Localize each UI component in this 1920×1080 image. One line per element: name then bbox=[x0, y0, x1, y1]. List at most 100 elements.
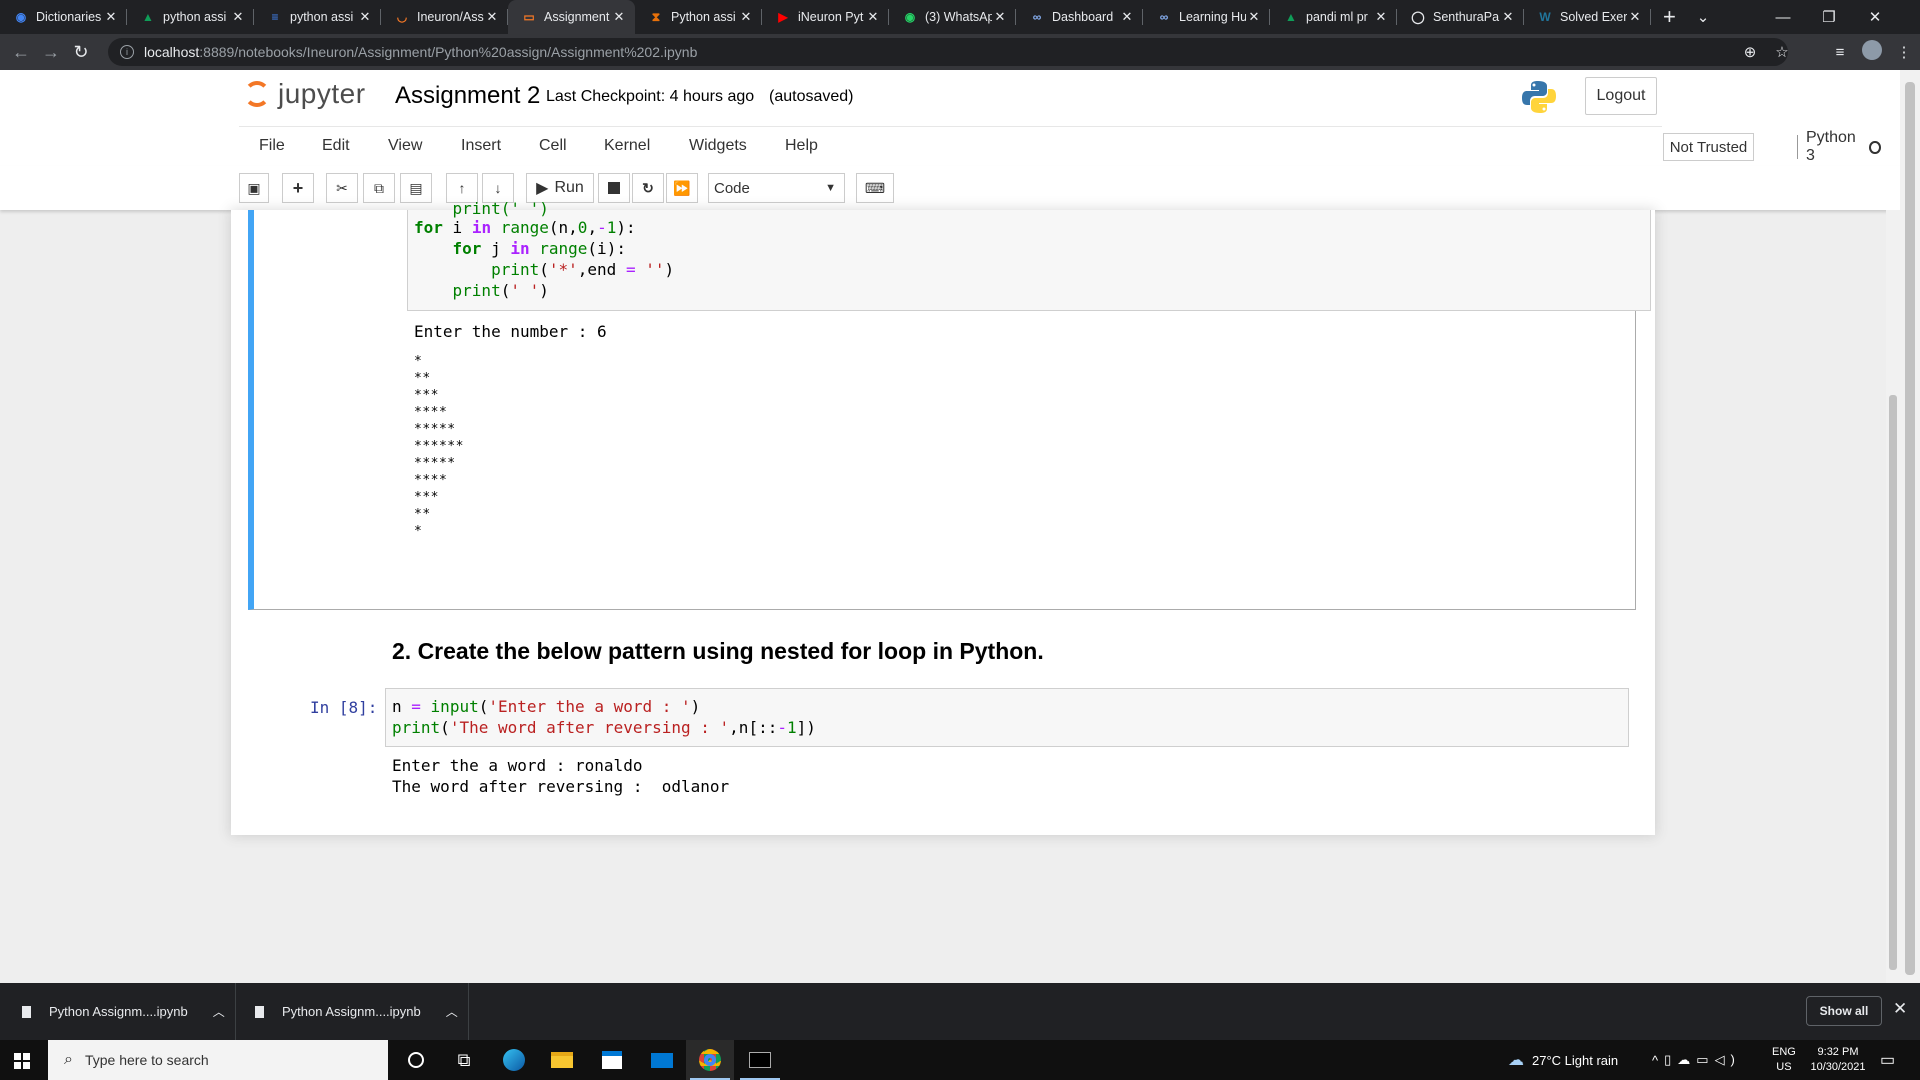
browser-tab[interactable]: ▲ pandi ml pr ✕ bbox=[1270, 0, 1397, 34]
file-explorer-icon[interactable] bbox=[538, 1040, 586, 1080]
cortana-icon[interactable] bbox=[392, 1040, 440, 1080]
copy-button[interactable]: ⧉ bbox=[363, 173, 395, 203]
code-cell-selected[interactable]: print(' ') for i in range(n,0,-1): for j… bbox=[248, 199, 1651, 610]
tab-close-icon[interactable]: ✕ bbox=[611, 9, 627, 25]
close-icon[interactable]: ✕ bbox=[1893, 999, 1907, 1019]
forward-icon[interactable]: → bbox=[36, 42, 66, 63]
site-info-icon[interactable]: i bbox=[120, 45, 134, 59]
browser-tab[interactable]: ∞ Learning Hu ✕ bbox=[1143, 0, 1270, 34]
new-tab-icon[interactable]: + bbox=[1663, 0, 1676, 34]
zoom-icon[interactable]: ⊕ bbox=[1734, 43, 1766, 61]
command-palette-button[interactable]: ⌨ bbox=[856, 173, 894, 203]
insert-cell-button[interactable]: + bbox=[282, 173, 314, 203]
profile-avatar[interactable] bbox=[1856, 40, 1888, 64]
network-icon[interactable]: ▭ bbox=[1696, 1052, 1714, 1068]
browser-tab[interactable]: ◉ (3) WhatsAp ✕ bbox=[889, 0, 1016, 34]
task-view-icon[interactable]: ⧉ bbox=[440, 1040, 488, 1080]
chevron-up-icon[interactable]: ^ bbox=[1652, 1053, 1664, 1068]
mail-icon[interactable] bbox=[638, 1040, 686, 1080]
tab-close-icon[interactable]: ✕ bbox=[484, 9, 500, 25]
code-input-area[interactable]: n = input('Enter the a word : ') print('… bbox=[385, 688, 1629, 747]
chevron-up-icon[interactable]: ︿ bbox=[446, 1003, 458, 1020]
bookmark-star-icon[interactable]: ☆ bbox=[1766, 43, 1798, 61]
weather-widget[interactable]: ☁ 27°C Light rain bbox=[1508, 1040, 1618, 1080]
browser-tab[interactable]: ▶ iNeuron Pyt ✕ bbox=[762, 0, 889, 34]
logout-button[interactable]: Logout bbox=[1585, 77, 1657, 115]
tab-close-icon[interactable]: ✕ bbox=[103, 9, 119, 25]
menu-help[interactable]: Help bbox=[785, 137, 818, 155]
show-all-button[interactable]: Show all bbox=[1806, 996, 1882, 1026]
windows-start-icon[interactable] bbox=[14, 1053, 30, 1069]
onedrive-icon[interactable]: ☁ bbox=[1677, 1052, 1696, 1068]
chevron-up-icon[interactable]: ︿ bbox=[213, 1003, 225, 1020]
menu-kernel[interactable]: Kernel bbox=[604, 137, 650, 155]
page-scrollbar-thumb[interactable] bbox=[1905, 82, 1915, 975]
tab-close-icon[interactable]: ✕ bbox=[865, 9, 881, 25]
tab-close-icon[interactable]: ✕ bbox=[230, 9, 246, 25]
volume-icon[interactable]: ◁) bbox=[1715, 1052, 1741, 1068]
terminal-icon[interactable] bbox=[736, 1040, 784, 1080]
chrome-icon[interactable] bbox=[686, 1040, 734, 1080]
jupyter-logo-text: jupyter bbox=[278, 78, 366, 109]
browser-tab[interactable]: ▲ python assi ✕ bbox=[127, 0, 254, 34]
browser-tab[interactable]: W Solved Exer ✕ bbox=[1524, 0, 1651, 34]
tab-title: python assi bbox=[290, 10, 354, 24]
notebook-scrollbar[interactable] bbox=[1886, 210, 1900, 985]
tab-close-icon[interactable]: ✕ bbox=[357, 9, 373, 25]
output-star-line: *** bbox=[414, 490, 439, 505]
browser-tab[interactable]: ◉ Dictionaries ✕ bbox=[0, 0, 127, 34]
device-icon[interactable]: ▯ bbox=[1664, 1052, 1677, 1068]
tab-title: Solved Exer bbox=[1560, 10, 1627, 24]
browser-tab[interactable]: ◡ Ineuron/Ass ✕ bbox=[381, 0, 508, 34]
menu-file[interactable]: File bbox=[259, 137, 285, 155]
cell-type-select[interactable]: Code ▼ bbox=[708, 173, 845, 203]
chrome-menu-icon[interactable]: ⋮ bbox=[1888, 43, 1920, 61]
restore-icon[interactable]: ❐ bbox=[1806, 0, 1852, 34]
code-input-area[interactable]: print(' ') for i in range(n,0,-1): for j… bbox=[407, 199, 1651, 311]
browser-tab[interactable]: ◯ SenthuraPa ✕ bbox=[1397, 0, 1524, 34]
browser-tab[interactable]: ⧗ Python assi ✕ bbox=[635, 0, 762, 34]
save-button[interactable]: ▣ bbox=[239, 173, 269, 203]
cut-button[interactable]: ✂ bbox=[326, 173, 358, 203]
url-bar[interactable]: i localhost:8889/notebooks/Ineuron/Assig… bbox=[108, 38, 1788, 66]
download-item[interactable]: Python Assignm....ipynb ︿ bbox=[255, 983, 458, 1040]
restart-run-all-button[interactable]: ⏩ bbox=[666, 173, 698, 203]
region-code: US bbox=[1776, 1061, 1792, 1073]
notification-icon[interactable]: ▭ bbox=[1880, 1040, 1895, 1080]
clock[interactable]: 9:32 PM 10/30/2021 bbox=[1804, 1040, 1872, 1080]
jupyter-logo[interactable]: jupyter bbox=[244, 78, 366, 110]
back-icon[interactable]: ← bbox=[6, 42, 36, 63]
close-window-icon[interactable]: ✕ bbox=[1852, 0, 1898, 34]
taskbar-search-box[interactable]: ⌕ Type here to search bbox=[48, 1040, 388, 1080]
store-icon[interactable] bbox=[588, 1040, 636, 1080]
tab-close-icon[interactable]: ✕ bbox=[1500, 9, 1516, 25]
browser-tab[interactable]: ∞ Dashboard ✕ bbox=[1016, 0, 1143, 34]
browser-tab[interactable]: ≡ python assi ✕ bbox=[254, 0, 381, 34]
minimize-icon[interactable]: — bbox=[1760, 0, 1806, 34]
menu-edit[interactable]: Edit bbox=[322, 137, 350, 155]
tab-favicon-icon: ◉ bbox=[904, 10, 916, 24]
page-scrollbar[interactable] bbox=[1900, 70, 1920, 985]
restart-button[interactable]: ↻ bbox=[632, 173, 664, 203]
tab-close-icon[interactable]: ✕ bbox=[1119, 9, 1135, 25]
edge-icon[interactable] bbox=[490, 1040, 538, 1080]
profile-menu-icon[interactable]: ⌄ bbox=[1680, 0, 1726, 34]
interrupt-button[interactable] bbox=[598, 173, 630, 203]
menu-widgets[interactable]: Widgets bbox=[689, 137, 747, 155]
browser-tab[interactable]: ▭ Assignment ✕ bbox=[508, 0, 635, 34]
reload-icon[interactable]: ↻ bbox=[66, 42, 96, 63]
menu-view[interactable]: View bbox=[388, 137, 422, 155]
tab-close-icon[interactable]: ✕ bbox=[992, 9, 1008, 25]
tab-close-icon[interactable]: ✕ bbox=[738, 9, 754, 25]
tab-close-icon[interactable]: ✕ bbox=[1627, 9, 1643, 25]
language-indicator[interactable]: ENG US bbox=[1772, 1040, 1796, 1080]
not-trusted-button[interactable]: Not Trusted bbox=[1663, 133, 1754, 161]
download-item[interactable]: Python Assignm....ipynb ︿ bbox=[22, 983, 225, 1040]
notebook-scrollbar-thumb[interactable] bbox=[1889, 395, 1897, 970]
menu-cell[interactable]: Cell bbox=[539, 137, 567, 155]
reading-list-icon[interactable]: ≡ bbox=[1824, 44, 1856, 61]
tab-close-icon[interactable]: ✕ bbox=[1246, 9, 1262, 25]
menu-insert[interactable]: Insert bbox=[461, 137, 501, 155]
notebook-name[interactable]: Assignment 2 bbox=[395, 82, 540, 110]
tab-close-icon[interactable]: ✕ bbox=[1373, 9, 1389, 25]
